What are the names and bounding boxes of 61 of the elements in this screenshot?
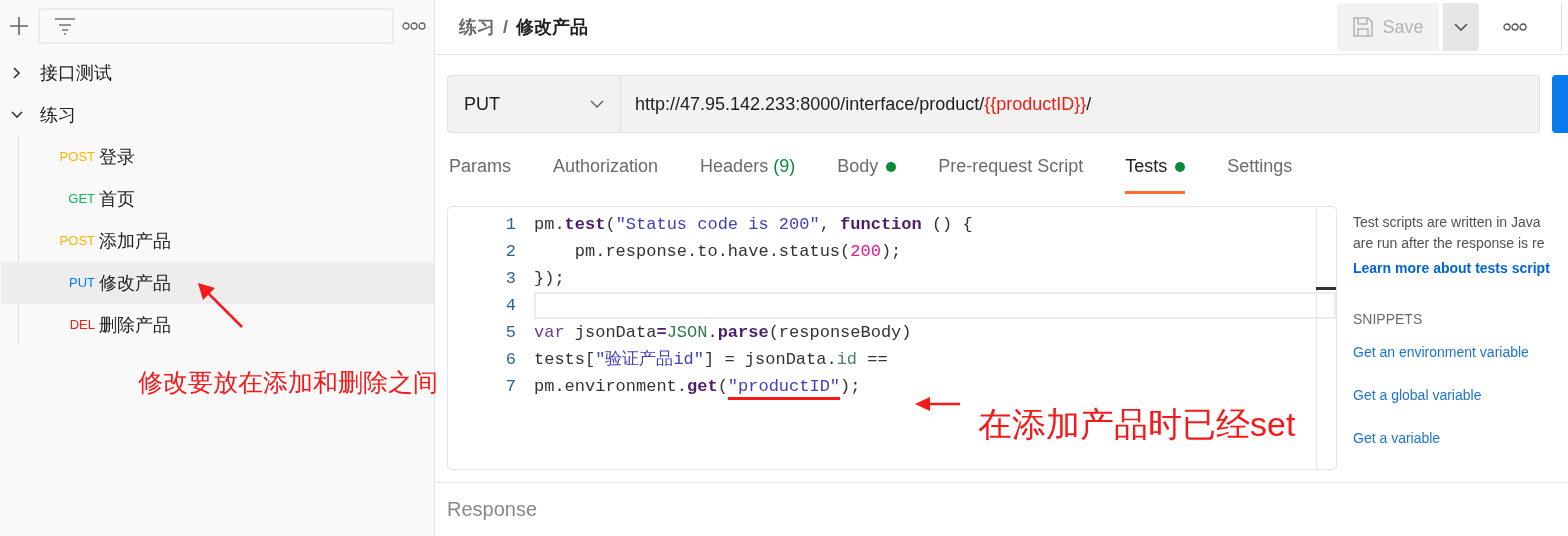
save-icon [1352,16,1375,38]
snippet-link[interactable]: Get a global variable [1353,385,1568,416]
caret-icon [1454,22,1468,32]
breadcrumb-item: 修改产品 [516,15,588,39]
method-label: DEL [68,316,96,335]
request-name: 修改产品 [99,271,171,295]
tree-item[interactable]: 练习 [0,94,434,136]
tab[interactable]: Params [449,147,511,194]
line-number: 7 [504,376,517,398]
more-icon[interactable] [1503,22,1527,32]
code-line: pm.environment.get("productID"); [534,376,862,398]
line-number: 3 [504,268,517,290]
tab[interactable]: Body [837,147,897,194]
request-name: 登录 [99,145,135,169]
separator: / [503,15,508,39]
help-text: are run after the response is re [1353,234,1546,253]
url-field[interactable]: http://47.95.142.233:8000/interface/product/{{productID}}/ [621,75,1540,133]
arrow [914,396,962,412]
request-name: 删除产品 [99,313,171,337]
method-label: POST [58,148,96,167]
code-line: var jsonData=JSON.parse(responseBody) [534,322,913,344]
caret-icon [590,99,604,109]
filter-icon [54,17,76,35]
line-number: 6 [504,349,517,371]
request-item[interactable]: DEL 删除产品 [1,304,434,346]
annotation-text: 修改要放在添加和删除之间 [138,370,438,395]
response-label: Response [435,482,1568,534]
line-number: 1 [504,214,517,236]
help-text: Test scripts are written in Java [1353,213,1542,232]
snippets-heading: SNIPPETS [1353,310,1424,329]
search-field[interactable] [38,8,394,44]
request-item[interactable]: GET 首页 [1,178,434,220]
annotation-text: 在添加产品时已经set [978,407,1296,441]
request-name: 添加产品 [99,229,171,253]
snippet-link[interactable]: Get a variable [1353,428,1568,459]
tree-item[interactable]: 接口测试 [0,52,434,94]
more-icon[interactable] [402,21,426,31]
method-label: POST [58,232,96,251]
method-label: PUT [68,274,96,293]
tab[interactable]: Pre-request Script [938,147,1084,194]
request-name: 首页 [99,187,135,211]
tab[interactable]: Headers (9) [700,147,796,194]
add-icon[interactable] [8,15,30,37]
code-line: pm.response.to.have.status(200); [573,241,903,263]
request-item[interactable]: POST 添加产品 [1,220,434,262]
tab[interactable]: Tests [1125,147,1186,194]
line-number: 4 [504,295,517,317]
tab[interactable]: Settings [1227,147,1293,194]
code-line: tests["验证产品id"] = jsonData.id == [534,349,889,371]
breadcrumb-item[interactable]: 练习 [459,13,495,41]
code-line: pm.test("Status code is 200", function () { [534,214,974,236]
learn-more-link[interactable]: Learn more about tests script [1353,258,1550,279]
request-item[interactable]: POST 登录 [1,136,434,178]
line-number: 2 [504,241,517,263]
tab[interactable]: Authorization [553,147,659,194]
method-dropdown[interactable]: PUT [447,75,621,133]
code-line: }); [534,268,566,290]
request-item[interactable]: PUT 修改产品 [1,262,434,304]
line-number: 5 [504,322,517,344]
snippet-link[interactable]: Get an environment variable [1353,342,1568,373]
method-label: GET [67,190,96,209]
